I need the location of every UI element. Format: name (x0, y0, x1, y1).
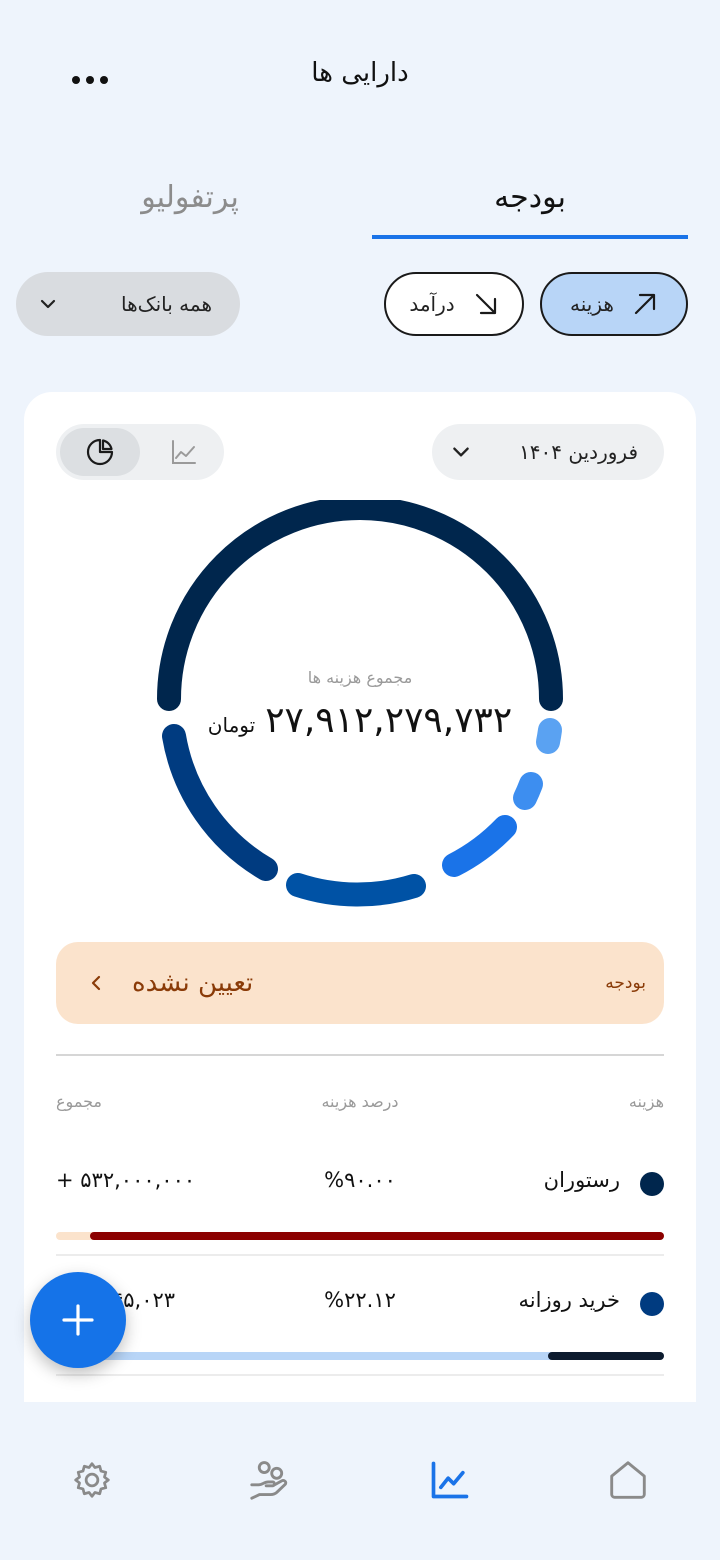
add-transaction-button[interactable] (30, 1272, 126, 1368)
ring-segment-5[interactable] (513, 772, 543, 810)
category-progress-fill (90, 1232, 664, 1240)
header-percent: درصد هزینه (321, 1092, 399, 1111)
chevron-left-icon (91, 975, 101, 991)
ring-segment-4[interactable] (442, 815, 517, 877)
nav-home[interactable] (604, 1456, 652, 1504)
tab-budget[interactable]: بودجه (372, 180, 688, 215)
month-label: فروردین ۱۴۰۴ (519, 440, 638, 464)
line-chart-icon (172, 440, 196, 464)
ring-segment-3[interactable] (286, 873, 426, 907)
row-divider (56, 1374, 664, 1376)
settings-icon (74, 1462, 110, 1498)
hand-coins-icon (250, 1461, 288, 1500)
page-title: دارایی ها (311, 58, 409, 88)
ring-total-label: مجموع هزینه ها (307, 668, 413, 687)
pie-view-button[interactable] (60, 428, 140, 476)
income-label: درآمد (409, 292, 455, 316)
chevron-down-icon (453, 447, 469, 457)
home-icon (610, 1461, 646, 1499)
plus-icon (62, 1304, 94, 1336)
arrow-up-right-icon (634, 293, 656, 315)
income-filter-chip[interactable]: درآمد (384, 272, 524, 336)
budget-key: بودجه (605, 973, 646, 993)
chevron-down-icon (40, 299, 56, 309)
chart-icon (431, 1461, 469, 1499)
nav-assets[interactable] (426, 1456, 474, 1504)
total-amount: ۲۷,۹۱۲,۲۷۹,۷۳۲ (265, 700, 513, 741)
tab-portfolio[interactable]: پرتفولیو (40, 180, 340, 215)
banks-filter-dropdown[interactable]: همه بانک‌ها (16, 272, 240, 336)
arrow-down-left-icon (475, 293, 496, 315)
category-progress-fill (548, 1352, 664, 1360)
ring-total-amount: تومان ۲۷,۹۱۲,۲۷۹,۷۳۲ (0, 700, 720, 741)
budget-value: تعیین نشده (132, 968, 254, 998)
header-total: مجموع (56, 1092, 102, 1111)
line-view-button[interactable] (152, 428, 216, 476)
nav-loans[interactable] (246, 1456, 294, 1504)
divider (56, 1054, 664, 1056)
expense-filter-chip[interactable]: هزینه (540, 272, 688, 336)
pie-chart-icon (86, 438, 114, 466)
currency-unit: تومان (207, 713, 256, 737)
budget-row[interactable]: تعیین نشده بودجه (56, 942, 664, 1024)
category-total: + ۵۳۲,۰۰۰,۰۰۰ (56, 1168, 196, 1192)
ring-segment-2[interactable] (162, 724, 278, 881)
tab-underline (372, 235, 688, 239)
nav-settings[interactable] (68, 1456, 116, 1504)
banks-filter-label: همه بانک‌ها (121, 292, 212, 316)
chart-view-toggle[interactable] (56, 424, 224, 480)
row-divider (56, 1254, 664, 1256)
expense-label: هزینه (570, 292, 614, 316)
month-dropdown[interactable]: فروردین ۱۴۰۴ (432, 424, 664, 480)
